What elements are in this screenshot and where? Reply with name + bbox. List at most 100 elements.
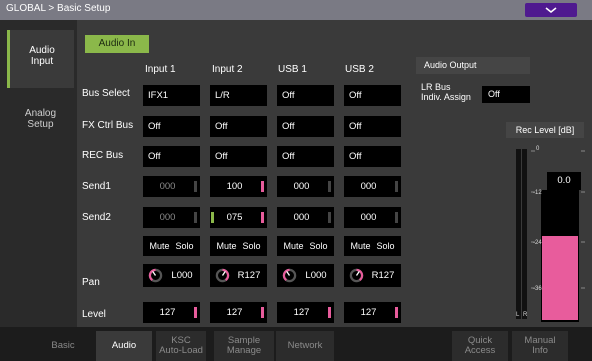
- sidebar-tab-audio-input[interactable]: Audio Input: [7, 30, 74, 88]
- send1-value: 000: [293, 181, 310, 192]
- pan-usb-1[interactable]: L000: [277, 264, 334, 287]
- bus-select-input-2[interactable]: L/R: [210, 85, 267, 106]
- meter-tick-label: -36: [533, 286, 542, 292]
- pan-knob-icon: [148, 268, 163, 283]
- send1-usb-1[interactable]: 000: [277, 176, 334, 197]
- fx-ctrl-bus-input-1[interactable]: Off: [143, 116, 200, 137]
- level-usb-1[interactable]: 127: [277, 302, 334, 323]
- value-indicator: [395, 181, 398, 192]
- bus-select-input-1[interactable]: IFX1: [143, 85, 200, 106]
- tab-basic[interactable]: Basic: [30, 331, 96, 361]
- pan-knob-icon: [282, 268, 297, 283]
- column-header-input-1: Input 1: [145, 64, 176, 75]
- solo-button[interactable]: Solo: [243, 241, 261, 251]
- value-indicator: [328, 307, 331, 318]
- value-indicator: [328, 181, 331, 192]
- send2-input-1[interactable]: 000: [143, 207, 200, 228]
- meter-bar-right: [522, 149, 527, 319]
- tab-audio[interactable]: Audio: [96, 331, 152, 361]
- tab-sample-manage[interactable]: Sample Manage: [214, 331, 274, 361]
- bus-select-usb-1[interactable]: Off: [277, 85, 334, 106]
- value-indicator: [261, 181, 264, 192]
- row-label-send1: Send1: [82, 181, 111, 192]
- value-indicator: [395, 212, 398, 223]
- send2-usb-1[interactable]: 000: [277, 207, 334, 228]
- solo-button[interactable]: Solo: [176, 241, 194, 251]
- rec-level-value[interactable]: 0.0: [547, 172, 581, 190]
- tab-network[interactable]: Network: [276, 331, 334, 361]
- meter-channel-label: R: [523, 312, 528, 318]
- lr-bus-label-line: Indiv. Assign: [421, 92, 471, 102]
- rec-bus-input-1[interactable]: Off: [143, 146, 200, 167]
- meter-bar-left: [516, 149, 521, 319]
- column-header-usb-1: USB 1: [278, 64, 307, 75]
- pan-value: L000: [305, 270, 327, 281]
- level-input-2[interactable]: 127: [210, 302, 267, 323]
- send1-input-2[interactable]: 100: [210, 176, 267, 197]
- row-label-level: Level: [82, 309, 106, 320]
- meter-tick-label: -12: [533, 190, 542, 196]
- row-label-fx-ctrl-bus: FX Ctrl Bus: [82, 120, 134, 131]
- mute-button[interactable]: Mute: [283, 241, 303, 251]
- tab-label-line: Access: [464, 345, 496, 356]
- title-bar: GLOBAL > Basic Setup: [0, 0, 592, 20]
- mute-button[interactable]: Mute: [350, 241, 370, 251]
- send2-usb-2[interactable]: 000: [344, 207, 401, 228]
- send1-value: 000: [360, 181, 377, 192]
- rec-level-header: Rec Level [dB]: [506, 122, 584, 138]
- lr-bus-label-line: LR Bus: [421, 82, 451, 92]
- fx-ctrl-bus-usb-1[interactable]: Off: [277, 116, 334, 137]
- meter-channel-label: L: [516, 312, 520, 318]
- sidebar: Audio Input Analog Setup: [0, 20, 77, 327]
- send1-usb-2[interactable]: 000: [344, 176, 401, 197]
- pan-input-1[interactable]: L000: [143, 264, 200, 287]
- column-header-usb-2: USB 2: [345, 64, 374, 75]
- audio-in-button[interactable]: Audio In: [85, 35, 149, 53]
- send2-input-2[interactable]: 075: [210, 207, 267, 228]
- level-value: 127: [293, 307, 310, 318]
- level-input-1[interactable]: 127: [143, 302, 200, 323]
- fx-ctrl-bus-input-2[interactable]: Off: [210, 116, 267, 137]
- mute-button[interactable]: Mute: [216, 241, 236, 251]
- tab-label-line: Info: [532, 345, 548, 356]
- sidebar-tab-label-line: Analog: [24, 108, 57, 119]
- tab-ksc-auto-load[interactable]: KSC Auto-Load: [156, 331, 206, 361]
- pan-value: L000: [171, 270, 193, 281]
- mute-solo-usb-2: Mute Solo: [344, 236, 401, 256]
- tab-quick-access[interactable]: Quick Access: [452, 331, 508, 361]
- rec-bus-usb-2[interactable]: Off: [344, 146, 401, 167]
- lr-bus-indiv-assign-select[interactable]: Off: [482, 86, 530, 103]
- solo-button[interactable]: Solo: [310, 241, 328, 251]
- pan-usb-2[interactable]: R127: [344, 264, 401, 287]
- fx-ctrl-bus-usb-2[interactable]: Off: [344, 116, 401, 137]
- tab-manual-info[interactable]: Manual Info: [512, 331, 568, 361]
- sidebar-tab-label-line: Setup: [27, 119, 54, 130]
- tab-label: Audio: [111, 340, 137, 351]
- tab-label: Network: [287, 340, 323, 351]
- tab-label: Basic: [51, 340, 75, 351]
- pan-knob-icon: [215, 268, 230, 283]
- tab-label-line: Manage: [226, 345, 262, 356]
- value-indicator: [261, 212, 264, 223]
- send1-value: 100: [226, 181, 243, 192]
- level-value: 127: [159, 307, 176, 318]
- value-indicator: [194, 212, 197, 223]
- row-label-pan: Pan: [82, 277, 100, 288]
- level-usb-2[interactable]: 127: [344, 302, 401, 323]
- chevron-down-icon: [545, 7, 557, 14]
- pan-input-2[interactable]: R127: [210, 264, 267, 287]
- level-value: 127: [360, 307, 377, 318]
- tab-label-line: Auto-Load: [159, 345, 203, 356]
- page-menu-button[interactable]: [525, 3, 577, 17]
- solo-button[interactable]: Solo: [377, 241, 395, 251]
- level-value: 127: [226, 307, 243, 318]
- mute-button[interactable]: Mute: [149, 241, 169, 251]
- sidebar-tab-analog-setup[interactable]: Analog Setup: [7, 93, 74, 151]
- rec-bus-usb-1[interactable]: Off: [277, 146, 334, 167]
- row-label-send2: Send2: [82, 212, 111, 223]
- send1-input-1[interactable]: 000: [143, 176, 200, 197]
- bus-select-usb-2[interactable]: Off: [344, 85, 401, 106]
- row-label-bus-select: Bus Select: [82, 88, 130, 99]
- rec-bus-input-2[interactable]: Off: [210, 146, 267, 167]
- send1-value: 000: [159, 181, 176, 192]
